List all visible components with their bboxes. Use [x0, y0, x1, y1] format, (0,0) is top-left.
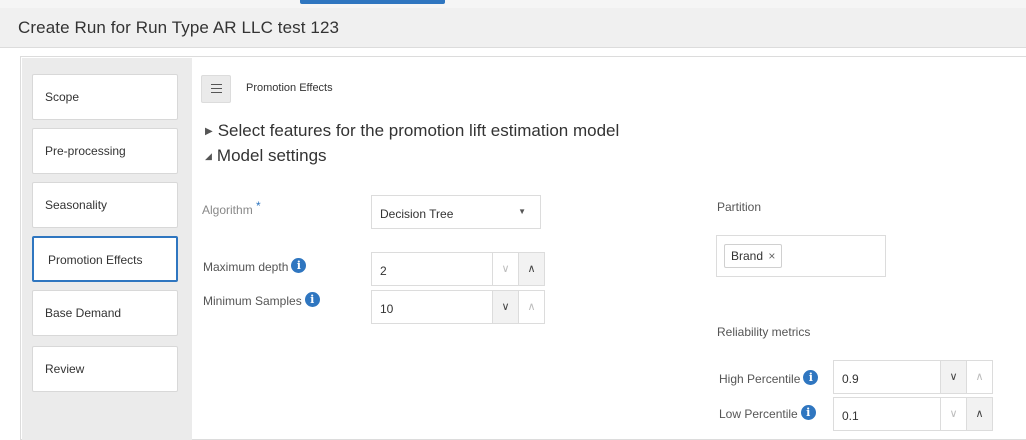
algorithm-select[interactable]: Decision Tree ▼: [371, 195, 541, 229]
top-strip: [0, 0, 1026, 8]
model-settings-disclosure-label: Model settings: [216, 146, 327, 165]
partition-field[interactable]: Brand ×: [716, 235, 886, 277]
nav-item-review[interactable]: Review: [32, 346, 178, 392]
nav-item-pre-processing[interactable]: Pre-processing: [32, 128, 178, 174]
features-disclosure[interactable]: ▶ Select features for the promotion lift …: [205, 121, 619, 141]
chevron-down-icon[interactable]: ∨: [940, 398, 966, 430]
info-icon[interactable]: i: [291, 258, 307, 273]
page-title: Create Run for Run Type AR LLC test 123: [18, 18, 340, 37]
chevron-up-icon[interactable]: ∧: [518, 291, 544, 323]
maximum-depth-value: 2: [380, 264, 387, 278]
minimum-samples-value: 10: [380, 302, 394, 316]
partition-label: Partition: [717, 200, 762, 214]
nav-item-promotion-effects[interactable]: Promotion Effects: [32, 236, 178, 282]
chevron-up-icon[interactable]: ∧: [966, 398, 992, 430]
maximum-depth-label: Maximum depth i: [203, 258, 307, 274]
features-disclosure-label: Select features for the promotion lift e…: [217, 121, 620, 140]
nav-item-label: Pre-processing: [45, 144, 126, 158]
nav-item-label: Review: [45, 362, 85, 376]
reliability-metrics-label: Reliability metrics: [717, 325, 811, 339]
active-tab-indicator: [300, 0, 445, 4]
minimum-samples-label: Minimum Samples i: [203, 292, 320, 308]
hamburger-menu-icon[interactable]: [201, 75, 231, 103]
chevron-down-icon[interactable]: ∨: [492, 291, 518, 323]
algorithm-label: Algorithm *: [202, 199, 261, 217]
high-percentile-stepper[interactable]: 0.9 ∨ ∧: [833, 360, 993, 394]
info-icon[interactable]: i: [304, 292, 320, 307]
info-icon[interactable]: i: [800, 405, 816, 420]
triangle-right-icon: ▶: [205, 126, 213, 137]
wizard-nav: Scope Pre-processing Seasonality Promoti…: [22, 58, 192, 440]
partition-chip[interactable]: Brand ×: [724, 244, 783, 268]
info-icon[interactable]: i: [803, 370, 819, 385]
high-percentile-value: 0.9: [842, 372, 859, 386]
partition-chip-label: Brand: [731, 249, 764, 263]
low-percentile-stepper[interactable]: 0.1 ∨ ∧: [833, 397, 993, 431]
model-settings-disclosure[interactable]: ◢ Model settings: [205, 146, 327, 166]
chevron-down-icon[interactable]: ∨: [492, 253, 518, 285]
required-marker: *: [256, 199, 261, 213]
nav-item-base-demand[interactable]: Base Demand: [32, 290, 178, 336]
minimum-samples-stepper[interactable]: 10 ∨ ∧: [371, 290, 545, 324]
nav-item-label: Base Demand: [45, 306, 122, 320]
nav-item-label: Scope: [45, 90, 80, 104]
nav-item-scope[interactable]: Scope: [32, 74, 178, 120]
section-label: Promotion Effects: [246, 82, 333, 94]
chevron-up-icon[interactable]: ∧: [966, 361, 992, 393]
maximum-depth-stepper[interactable]: 2 ∨ ∧: [371, 252, 545, 286]
caret-down-icon: ▼: [518, 207, 526, 216]
title-bar: Create Run for Run Type AR LLC test 123: [0, 8, 1026, 48]
nav-item-label: Promotion Effects: [48, 253, 143, 267]
algorithm-value: Decision Tree: [380, 207, 454, 221]
chevron-down-icon[interactable]: ∨: [940, 361, 966, 393]
nav-item-seasonality[interactable]: Seasonality: [32, 182, 178, 228]
chevron-up-icon[interactable]: ∧: [518, 253, 544, 285]
low-percentile-label: Low Percentile i: [719, 405, 816, 421]
high-percentile-label: High Percentile i: [719, 370, 819, 386]
low-percentile-value: 0.1: [842, 409, 859, 423]
triangle-down-icon: ◢: [205, 151, 212, 161]
close-icon[interactable]: ×: [768, 249, 775, 263]
nav-item-label: Seasonality: [45, 198, 108, 212]
